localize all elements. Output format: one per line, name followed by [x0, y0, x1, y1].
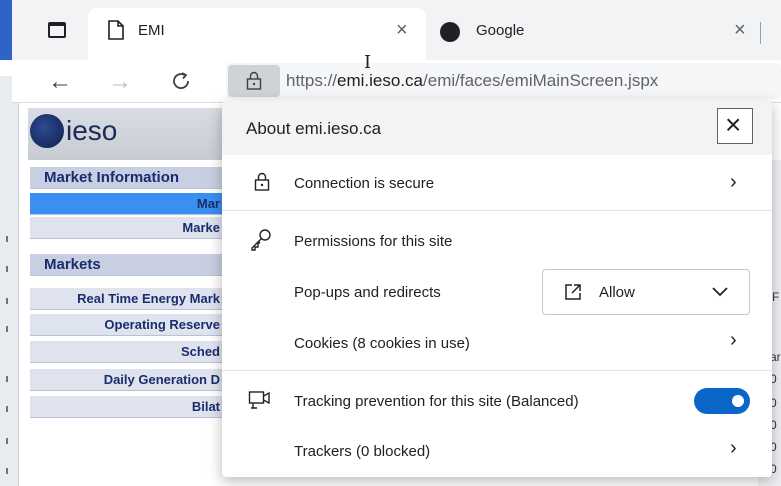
site-info-button[interactable]: [228, 65, 280, 97]
cookies-label: Cookies (8 cookies in use): [294, 335, 470, 352]
toggle-knob: [732, 395, 744, 407]
desktop-edge: [0, 0, 12, 60]
menu-item[interactable]: Market Information: [30, 167, 222, 189]
popup-title: About emi.ieso.ca: [246, 119, 382, 138]
ieso-logo-text: ieso: [66, 115, 118, 146]
menu-item[interactable]: Daily Generation D: [30, 369, 222, 391]
divider: [222, 370, 772, 371]
text-cursor-icon: I: [364, 52, 372, 73]
tracking-prevention-toggle[interactable]: [694, 388, 750, 414]
lock-icon: [246, 71, 262, 90]
permissions-label: Permissions for this site: [294, 233, 453, 250]
divider: [222, 210, 772, 211]
tab-actions-icon[interactable]: [48, 22, 66, 38]
vertical-ruler: [0, 76, 19, 486]
forward-button[interactable]: →: [108, 70, 132, 94]
url-text[interactable]: https://emi.ieso.ca/emi/faces/emiMainScr…: [286, 71, 658, 91]
ieso-logo-icon: [30, 114, 64, 148]
right-cell: F: [772, 290, 780, 304]
menu-item[interactable]: Mar: [30, 193, 222, 215]
popups-value: Allow: [599, 284, 635, 301]
menu-item[interactable]: Sched: [30, 341, 222, 363]
page-icon: [108, 20, 124, 40]
menu-item[interactable]: Marke: [30, 217, 222, 239]
close-icon: ×: [725, 109, 742, 140]
lock-icon: [254, 172, 270, 191]
open-external-icon: [565, 284, 581, 300]
chevron-right-icon: ›: [730, 171, 737, 193]
tab-google-close-icon[interactable]: ×: [734, 19, 746, 42]
tab-emi-title: EMI: [138, 22, 165, 39]
tracking-label: Tracking prevention for this site (Balan…: [294, 393, 579, 410]
chevron-down-icon: [712, 287, 728, 297]
refresh-button[interactable]: [170, 70, 192, 92]
menu-item[interactable]: Bilat: [30, 396, 222, 418]
back-button[interactable]: ←: [48, 70, 72, 94]
menu-item[interactable]: Markets: [30, 254, 222, 276]
chevron-right-icon: ›: [730, 437, 737, 459]
menu-item[interactable]: Operating Reserve: [30, 314, 222, 336]
tab-google-title: Google: [476, 22, 525, 39]
popup-close-button[interactable]: ×: [717, 108, 753, 144]
popups-permission-dropdown[interactable]: Allow: [542, 269, 750, 315]
tracking-prevention-icon: [248, 391, 270, 409]
trackers-label: Trackers (0 blocked): [294, 443, 431, 460]
chevron-right-icon: ›: [730, 329, 737, 351]
tab-emi-close-icon[interactable]: ×: [396, 19, 408, 42]
connection-label: Connection is secure: [294, 175, 435, 192]
google-favicon-icon: [440, 22, 460, 42]
tab-separator: [760, 22, 761, 44]
popups-label: Pop-ups and redirects: [294, 284, 441, 301]
url-domain: emi.ieso.ca: [337, 71, 424, 90]
key-icon: [251, 229, 271, 251]
menu-item[interactable]: Real Time Energy Mark: [30, 288, 222, 310]
